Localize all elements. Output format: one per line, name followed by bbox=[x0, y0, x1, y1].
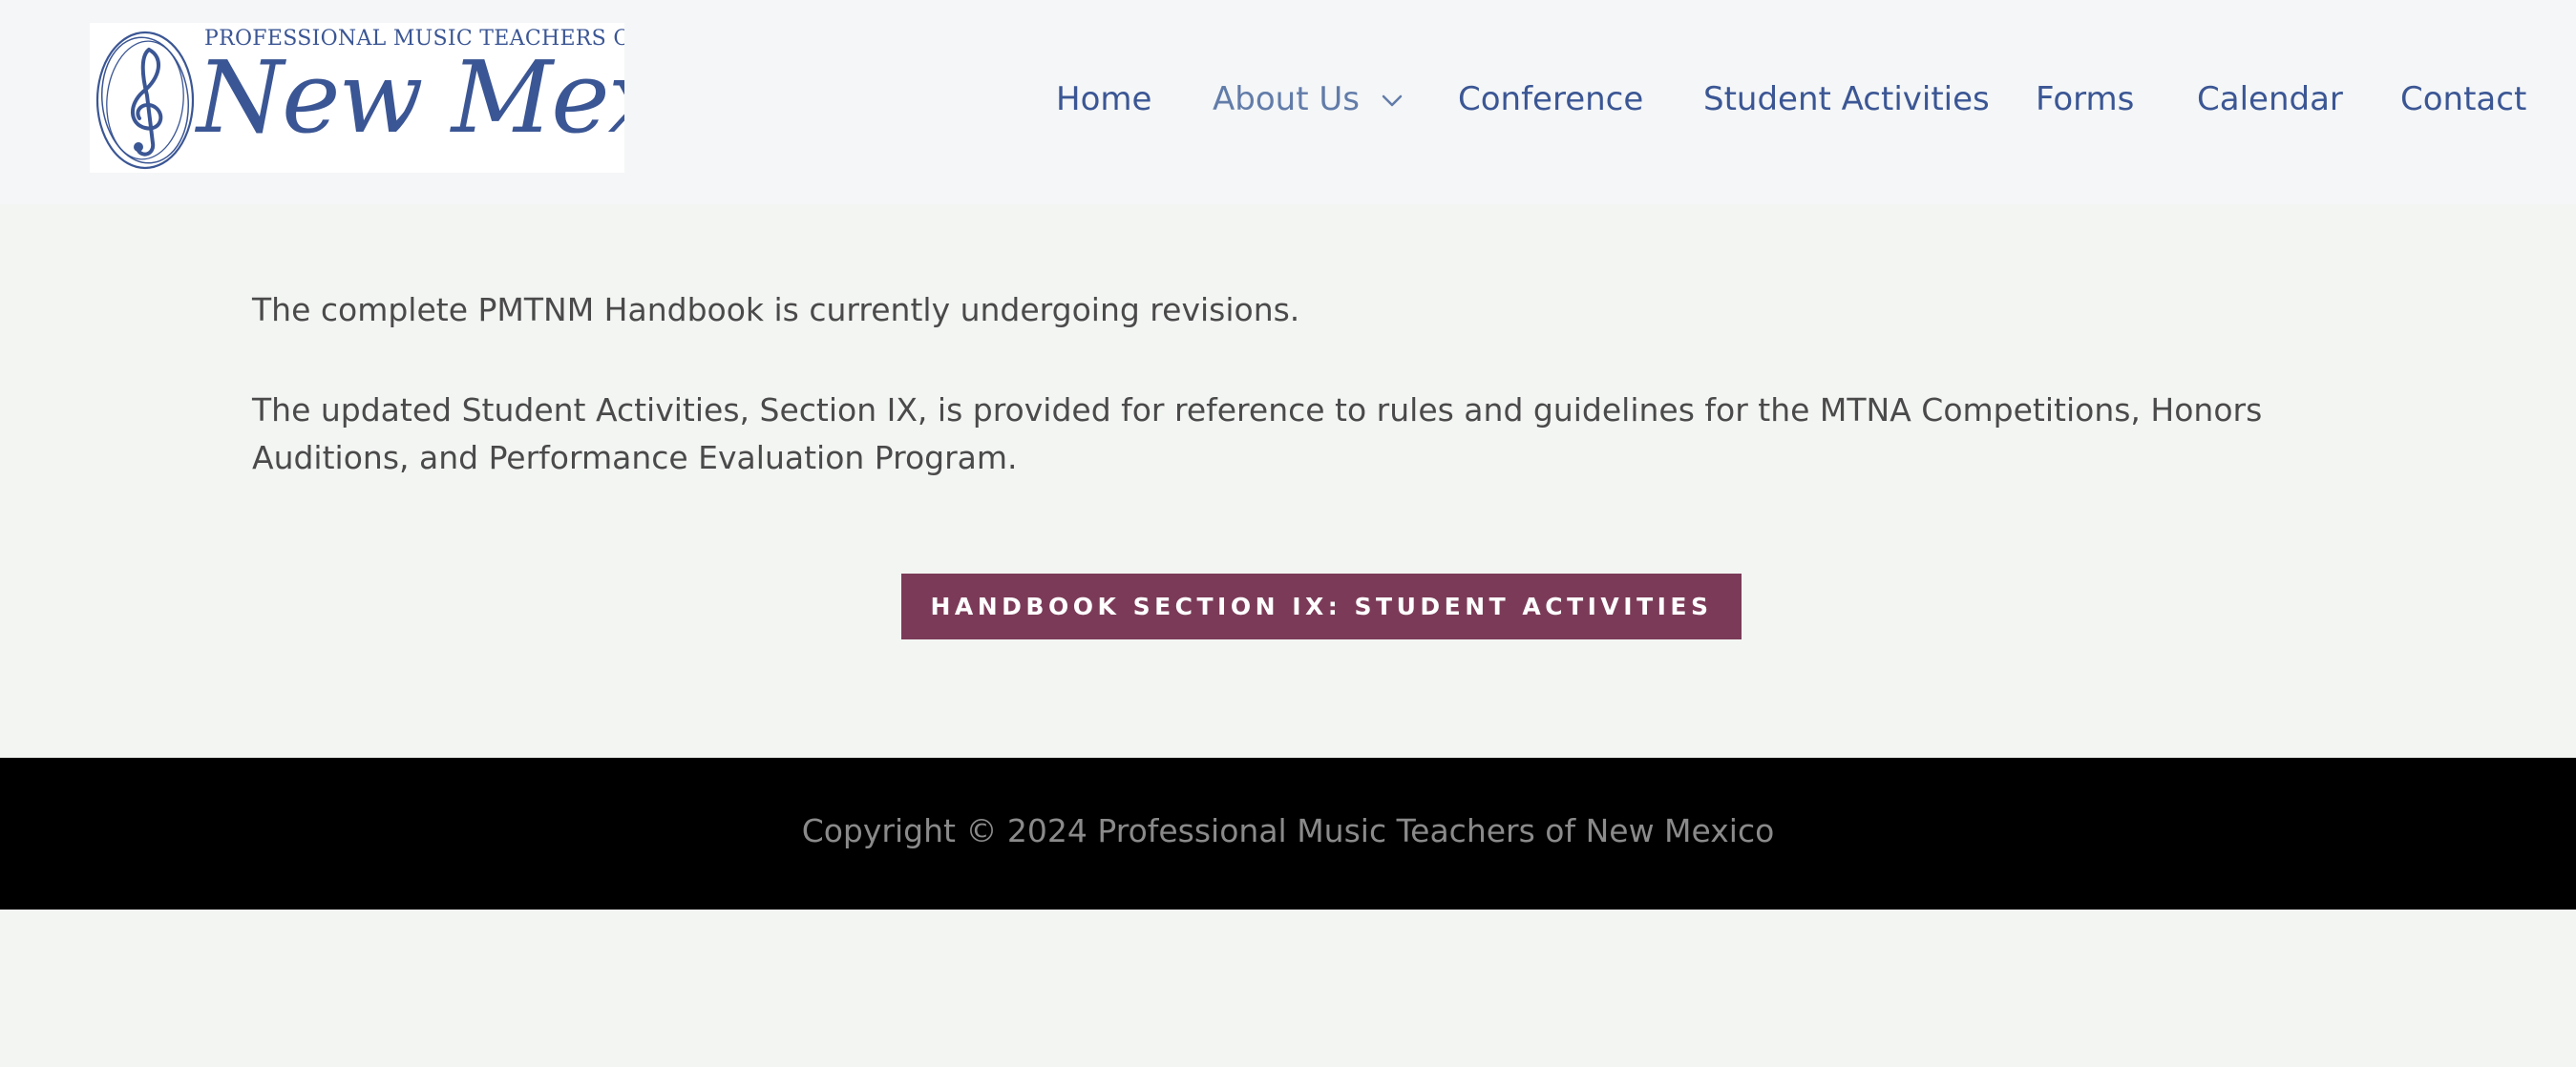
nav-contact[interactable]: Contact bbox=[2400, 76, 2526, 122]
nav-conference-label: Conference bbox=[1458, 80, 1644, 118]
nav-about-us[interactable]: About Us bbox=[1213, 76, 1403, 122]
handbook-section-ix-button[interactable]: HANDBOOK SECTION IX: STUDENT ACTIVITIES bbox=[901, 574, 1742, 639]
nav-home[interactable]: Home bbox=[1056, 76, 1151, 122]
copyright-text: Copyright © 2024 Professional Music Teac… bbox=[801, 812, 1775, 849]
nav-forms-label: Forms bbox=[2036, 80, 2135, 118]
nav-contact-label: Contact bbox=[2400, 80, 2527, 118]
site-header: PROFESSIONAL MUSIC TEACHERS OF New Mexic… bbox=[0, 0, 2576, 204]
handbook-revision-note: The complete PMTNM Handbook is currently… bbox=[252, 291, 1300, 328]
chevron-down-icon bbox=[1382, 94, 1402, 106]
site-footer: Copyright © 2024 Professional Music Teac… bbox=[0, 758, 2576, 910]
nav-calendar-label: Calendar bbox=[2197, 80, 2343, 118]
site-logo[interactable]: PROFESSIONAL MUSIC TEACHERS OF New Mexic… bbox=[90, 23, 624, 173]
nav-home-label: Home bbox=[1056, 80, 1152, 118]
nav-forms[interactable]: Forms bbox=[2036, 76, 2134, 122]
nav-about-us-label: About Us bbox=[1213, 80, 1360, 118]
nav-student-activities-label: Student Activities bbox=[1703, 80, 1990, 118]
nav-student-activities[interactable]: Student Activities bbox=[1703, 76, 1990, 122]
nav-calendar[interactable]: Calendar bbox=[2197, 76, 2343, 122]
treble-clef-icon bbox=[95, 31, 195, 170]
logo-state-name: New Mexico bbox=[197, 39, 624, 156]
nav-conference[interactable]: Conference bbox=[1458, 76, 1643, 122]
student-activities-note: The updated Student Activities, Section … bbox=[252, 391, 2263, 476]
